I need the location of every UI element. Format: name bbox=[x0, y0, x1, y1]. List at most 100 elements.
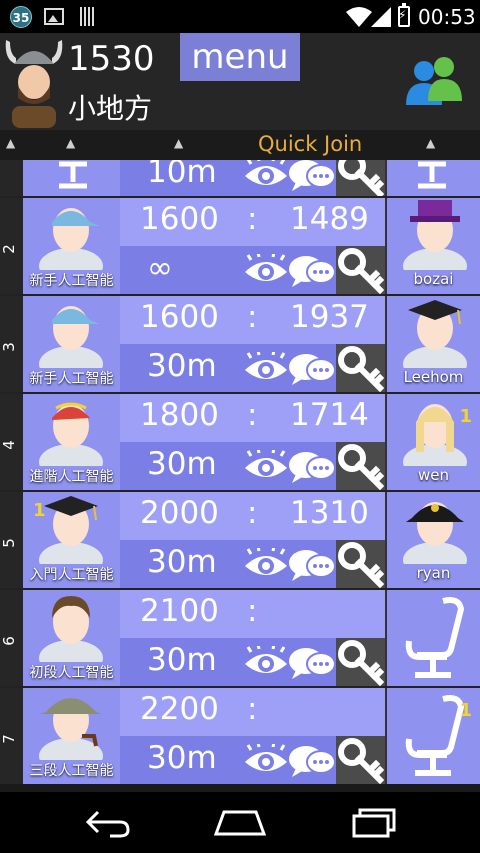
row-index: 7 bbox=[0, 734, 18, 744]
key-icon[interactable] bbox=[338, 248, 384, 294]
cell-signal-icon bbox=[371, 7, 391, 27]
score-separator: : bbox=[247, 299, 258, 335]
table-row[interactable]: 6 初段人工智能 2100 : 30m bbox=[0, 588, 480, 686]
key-icon[interactable] bbox=[338, 346, 384, 392]
empty-seat-button[interactable]: 1 bbox=[385, 688, 480, 784]
eye-icon[interactable] bbox=[243, 352, 289, 386]
player1-name: 新手人工智能 bbox=[29, 371, 114, 387]
table-row[interactable]: 5 1 入門人工智能 2000 : 1310 30m ryan bbox=[0, 490, 480, 588]
player2-name: ryan bbox=[416, 564, 451, 582]
home-icon[interactable] bbox=[214, 808, 266, 838]
player1-rating: 1800 bbox=[140, 397, 219, 433]
ai-avatar-redcap bbox=[33, 402, 109, 466]
row-index: 2 bbox=[0, 244, 18, 254]
key-icon[interactable] bbox=[338, 160, 384, 198]
status-bar: 35 00:53 bbox=[0, 0, 480, 33]
friends-icon[interactable] bbox=[404, 53, 464, 111]
tophat-avatar bbox=[397, 200, 473, 270]
wifi-icon bbox=[346, 7, 372, 27]
eye-icon[interactable] bbox=[243, 744, 289, 778]
player2-name: Leehom bbox=[403, 368, 464, 386]
eye-icon[interactable] bbox=[243, 160, 289, 192]
chat-icon[interactable] bbox=[288, 646, 336, 680]
key-icon[interactable] bbox=[338, 542, 384, 588]
player1-name: 新手人工智能 bbox=[29, 273, 114, 289]
sort-score-arrow-icon[interactable]: ▲ bbox=[174, 136, 183, 150]
clock: 00:53 bbox=[418, 5, 476, 29]
player1-cell[interactable]: 新手人工智能 bbox=[23, 198, 120, 294]
ai-avatar-cap bbox=[33, 200, 109, 270]
game-time: 30m bbox=[147, 348, 217, 384]
eye-icon[interactable] bbox=[243, 646, 289, 680]
chat-icon[interactable] bbox=[288, 352, 336, 386]
recent-apps-icon[interactable] bbox=[350, 808, 398, 838]
player2-cell[interactable]: 1 wen bbox=[385, 394, 480, 490]
graduate-avatar bbox=[397, 300, 473, 368]
player2-cell[interactable]: Leehom bbox=[385, 296, 480, 392]
viking-avatar[interactable] bbox=[2, 36, 66, 128]
table-row[interactable]: 10m bbox=[0, 160, 480, 198]
sort-index-arrow-icon[interactable]: ▲ bbox=[6, 136, 15, 150]
player2-rating: 1937 bbox=[290, 299, 369, 335]
player2-name: bozai bbox=[413, 270, 454, 288]
key-icon[interactable] bbox=[338, 640, 384, 686]
chat-icon[interactable] bbox=[288, 450, 336, 484]
sort-player2-arrow-icon[interactable]: ▲ bbox=[426, 136, 435, 150]
eye-icon[interactable] bbox=[243, 450, 289, 484]
quick-join-button[interactable]: Quick Join bbox=[258, 132, 362, 156]
chat-icon[interactable] bbox=[288, 160, 336, 192]
table-row[interactable]: 7 三段人工智能 2200 : 30m 1 bbox=[0, 686, 480, 784]
game-time: 30m bbox=[147, 642, 217, 678]
chat-icon[interactable] bbox=[288, 254, 336, 288]
empty-seat-button[interactable] bbox=[385, 590, 480, 686]
rank-badge: 1 bbox=[459, 700, 472, 721]
score-separator: : bbox=[247, 397, 258, 433]
score-separator: : bbox=[247, 593, 258, 629]
game-time: 30m bbox=[147, 740, 217, 776]
player1-name: 初段人工智能 bbox=[29, 665, 114, 681]
table-row[interactable]: 2 新手人工智能 1600 : 1489 ∞ bozai bbox=[0, 196, 480, 294]
player-score: 1530 bbox=[68, 39, 155, 79]
row-index: 4 bbox=[0, 440, 18, 450]
sort-player1-arrow-icon[interactable]: ▲ bbox=[66, 136, 75, 150]
battery-charging-icon bbox=[398, 3, 410, 27]
player1-cell[interactable]: 進階人工智能 bbox=[23, 394, 120, 490]
barcode-notification-icon bbox=[80, 7, 96, 26]
player1-cell[interactable]: 1 入門人工智能 bbox=[23, 492, 120, 588]
menu-button[interactable]: menu bbox=[180, 33, 300, 81]
player1-cell[interactable]: 三段人工智能 bbox=[23, 688, 120, 784]
score-separator: : bbox=[247, 201, 258, 237]
table-row[interactable]: 3 新手人工智能 1600 : 1937 30m Leehom bbox=[0, 294, 480, 392]
row-index: 5 bbox=[0, 538, 18, 548]
player1-rating: 1600 bbox=[140, 299, 219, 335]
eye-icon[interactable] bbox=[243, 254, 289, 288]
chat-icon[interactable] bbox=[288, 548, 336, 582]
rank-badge: 1 bbox=[33, 500, 46, 521]
chat-icon[interactable] bbox=[288, 744, 336, 778]
player2-rating: 1310 bbox=[290, 495, 369, 531]
player2-rating: 1489 bbox=[290, 201, 369, 237]
game-time: ∞ bbox=[147, 250, 173, 286]
player1-name: 三段人工智能 bbox=[29, 763, 114, 779]
player1-rating: 1600 bbox=[140, 201, 219, 237]
key-icon[interactable] bbox=[338, 738, 384, 784]
game-time: 30m bbox=[147, 446, 217, 482]
player1-cell[interactable]: 新手人工智能 bbox=[23, 296, 120, 392]
player2-cell[interactable]: bozai bbox=[385, 198, 480, 294]
player-nickname: 小地方 bbox=[68, 92, 153, 125]
player2-cell[interactable]: ryan bbox=[385, 492, 480, 588]
player1-cell[interactable]: 初段人工智能 bbox=[23, 590, 120, 686]
game-time: 30m bbox=[147, 544, 217, 580]
player1-rating: 2200 bbox=[140, 691, 219, 727]
player1-name: 進階人工智能 bbox=[29, 469, 114, 485]
key-icon[interactable] bbox=[338, 444, 384, 490]
game-list: 10m 2 新手人工智能 1600 : 1489 ∞ bozai 3 新手人工智… bbox=[0, 160, 480, 792]
ai-avatar-detective bbox=[33, 698, 109, 760]
table-row[interactable]: 4 進階人工智能 1800 : 1714 30m 1 wen bbox=[0, 392, 480, 490]
player2-rating: 1714 bbox=[290, 397, 369, 433]
chair-icon bbox=[59, 161, 87, 189]
system-nav-bar bbox=[0, 792, 480, 853]
row-index: 6 bbox=[0, 636, 18, 646]
eye-icon[interactable] bbox=[243, 548, 289, 582]
back-icon[interactable] bbox=[84, 808, 130, 838]
